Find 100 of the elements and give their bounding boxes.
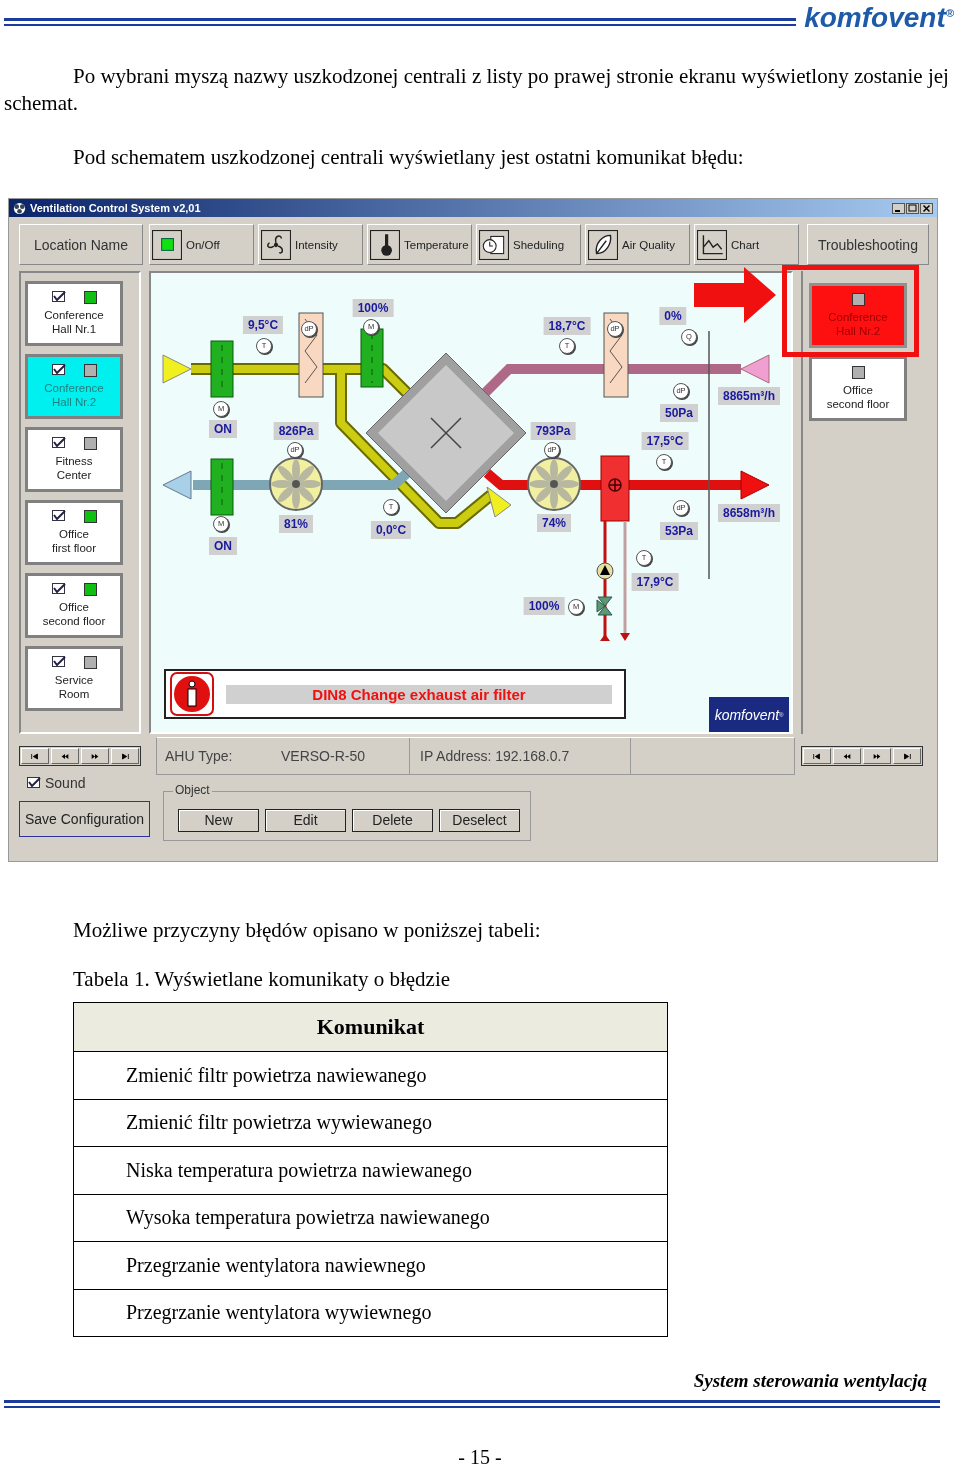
nav-button[interactable] (111, 748, 139, 764)
troubleshooting-tab[interactable]: Troubleshooting (807, 224, 929, 265)
minimize-icon[interactable] (892, 202, 905, 214)
nav-button[interactable] (833, 748, 861, 764)
rewind-icon (842, 752, 852, 760)
checkmark-icon[interactable] (51, 510, 66, 522)
damper-icon (360, 328, 384, 388)
column-header: Location Name (19, 224, 143, 265)
group-title: Object (173, 783, 212, 797)
rewind-icon (60, 752, 70, 760)
extract-arrow-icon (740, 354, 770, 384)
pump-icon (596, 562, 614, 580)
table-cell-text: Przegrzanie wentylatora wywiewnego (125, 1300, 433, 1326)
location-name: Office first floor (51, 527, 97, 555)
sensor-reading: 8658m³/h (718, 504, 780, 522)
table-cell: Zmienić filtr powietrza nawiewanego (74, 1052, 667, 1100)
nav-button[interactable] (81, 748, 109, 764)
intake-arrow-icon (162, 354, 192, 384)
object-button[interactable]: Edit (265, 808, 346, 832)
fault-item[interactable]: Office second floor (809, 356, 907, 421)
sensor-reading: ON (209, 537, 237, 555)
checkmark-icon[interactable] (51, 656, 66, 668)
window-title: Ventilation Control System v2,01 (30, 202, 201, 214)
object-button[interactable]: Delete (352, 808, 433, 832)
toolbar-button[interactable]: Air Quality (585, 224, 690, 265)
power-square-icon (152, 229, 182, 260)
location-name: Conference Hall Nr.2 (828, 310, 888, 338)
location-item[interactable]: Office second floor (25, 573, 123, 638)
object-button[interactable]: New (178, 808, 259, 832)
chart-icon (697, 229, 727, 260)
forward-icon (872, 752, 882, 760)
object-button[interactable]: Deselect (439, 808, 520, 832)
thermometer-icon (370, 229, 400, 260)
paragraph: Możliwe przyczyny błędów opisano w poniższej tabeli: (72, 917, 542, 944)
sensor-reading: 8865m³/h (718, 387, 780, 405)
maximize-icon[interactable] (906, 202, 919, 214)
sensor-reading: 0% (659, 307, 687, 325)
info-icon (170, 672, 214, 716)
coil-icon (298, 312, 324, 398)
location-name: Office second floor (42, 600, 106, 628)
field-value: VERSO-R-50 (281, 738, 410, 774)
location-name: Conference Hall Nr.2 (44, 381, 104, 409)
paragraph: Po wybrani myszą nazwy uszkodzonej centrali z listy po prawej stronie ekranu wyświetlony zostanie jej schemat. (3, 63, 950, 117)
checkmark-icon[interactable] (51, 437, 66, 449)
heater-icon (600, 455, 630, 522)
page-number: - 15 - (458, 1446, 502, 1468)
forward-icon (902, 752, 912, 760)
sensor-reading: 53Pa (660, 522, 698, 540)
toolbar-button[interactable]: Temperature (367, 224, 472, 265)
forward-icon (90, 752, 100, 760)
sensor-reading: 17,9°C (631, 573, 679, 591)
table-cell: Wysoka temperatura powietrza nawiewanego (74, 1194, 667, 1242)
checkmark-icon[interactable] (51, 291, 66, 303)
toolbar-button[interactable]: Sheduling (476, 224, 581, 265)
leaf-icon (588, 229, 618, 260)
exhaust-arrow-icon (162, 470, 192, 500)
location-name: Conference Hall Nr.1 (44, 308, 104, 336)
toolbar-button[interactable]: On/Off (149, 224, 254, 265)
nav-button[interactable] (863, 748, 891, 764)
clock-icon (479, 229, 509, 260)
damper-icon (210, 340, 234, 398)
toolbar-button[interactable]: Chart (694, 224, 799, 265)
fan-icon (527, 457, 581, 511)
table-cell: Zmienić filtr powietrza wywiewanego (74, 1099, 667, 1147)
save-button[interactable]: Save Configuration (19, 801, 150, 837)
sensor-reading: 100% (352, 299, 394, 317)
close-icon[interactable] (920, 202, 933, 214)
fan-icon (13, 201, 26, 215)
nav-button[interactable] (893, 748, 921, 764)
ip-address: IP Address: 192.168.0.7 (410, 738, 631, 774)
sensor-reading: 100% (523, 597, 565, 615)
sensor-reading: 793Pa (530, 422, 576, 440)
location-item[interactable]: Conference Hall Nr.1 (25, 281, 123, 346)
checkbox-label: Sound (45, 775, 86, 791)
checkmark-icon[interactable] (27, 777, 41, 789)
table-cell: Przegrzanie wentylatora nawiewnego (74, 1242, 667, 1290)
table-header: Komunikat (74, 1003, 667, 1052)
location-item[interactable]: Service Room (25, 646, 123, 711)
nav-button[interactable] (803, 748, 831, 764)
checkmark-icon[interactable] (51, 583, 66, 595)
toolbar-button[interactable]: Intensity (258, 224, 363, 265)
forward-icon (120, 752, 130, 760)
nav-button[interactable] (51, 748, 79, 764)
rewind-icon (812, 752, 822, 760)
bypass-arrow-icon (486, 486, 512, 518)
nav-button[interactable] (21, 748, 49, 764)
arrow-icon (694, 267, 776, 323)
table-caption: Tabela 1. Wyświetlane komunikaty o błędzie (72, 966, 452, 993)
sensor-reading: 0,0°C (370, 521, 412, 539)
location-item[interactable]: Fitness Center (25, 427, 123, 492)
sensor-reading: 74% (537, 514, 571, 532)
coil-icon (603, 312, 629, 398)
fan-icon (269, 457, 323, 511)
location-item[interactable]: Office first floor (25, 500, 123, 565)
location-name: Service Room (54, 673, 94, 701)
valve-icon (596, 596, 613, 616)
heat-exchanger-icon (365, 352, 527, 514)
fan-icon (261, 229, 291, 260)
checkmark-icon[interactable] (51, 364, 66, 376)
alarm-message: DIN8 Change exhaust air filter (226, 684, 612, 704)
